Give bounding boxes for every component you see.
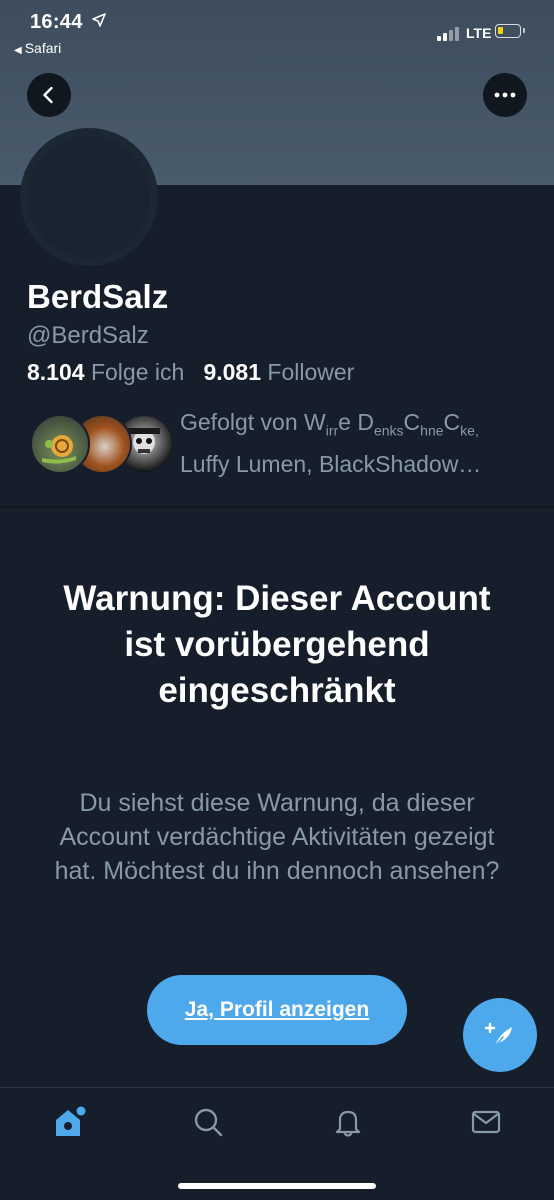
network-type: LTE [466, 25, 492, 41]
more-horizontal-icon [494, 92, 516, 98]
chevron-left-icon [43, 86, 53, 104]
followers-label: Follower [267, 359, 355, 385]
home-indicator[interactable] [178, 1183, 376, 1189]
compose-tweet-button[interactable] [463, 998, 537, 1072]
followers-count: 9.081 [203, 359, 262, 385]
status-time: 16:44 [30, 11, 83, 33]
more-options-button[interactable] [483, 73, 527, 117]
profile-name: BerdSalz [27, 278, 169, 315]
followed-by-sub: hne [420, 422, 444, 439]
followed-by-sub: irr [325, 422, 339, 439]
followed-by-prefix: Gefolgt von W [180, 409, 326, 435]
battery-icon [495, 24, 525, 38]
profile-handle: @BerdSalz [27, 322, 149, 349]
compose-feather-icon [484, 1022, 512, 1047]
messages-icon [471, 1110, 501, 1134]
followed-by-sub: enks [373, 422, 404, 439]
followed-by-text[interactable]: Gefolgt von Wirre DenksChneCke, Luffy Lu… [180, 406, 540, 481]
follower-avatar [30, 414, 90, 474]
back-app-label: Safari [24, 40, 62, 56]
back-to-app-link[interactable]: ◀ Safari [14, 40, 61, 56]
following-count: 8.104 [27, 359, 85, 385]
followed-by-sub: ke, [460, 422, 479, 439]
home-icon [56, 1106, 86, 1136]
tab-search[interactable] [188, 1104, 228, 1140]
followed-by-part: C [443, 409, 461, 435]
profile-avatar[interactable] [20, 128, 158, 266]
followed-by-part: e D [338, 409, 374, 435]
followers-link[interactable]: 9.081 Follower [203, 359, 354, 385]
following-link[interactable]: 8.104 Folge ich [27, 359, 184, 385]
tab-messages[interactable] [466, 1104, 506, 1140]
back-triangle-icon: ◀ [14, 45, 22, 56]
cellular-signal-icon [437, 25, 461, 41]
followed-by-part: C [403, 409, 421, 435]
followed-by-avatars[interactable] [30, 414, 174, 474]
back-button[interactable] [27, 73, 71, 117]
following-label: Folge ich [90, 359, 185, 385]
search-icon [194, 1108, 223, 1137]
show-profile-button[interactable]: Ja, Profil anzeigen [147, 975, 407, 1045]
status-bar: 16:44 ◀ Safari LTE [0, 0, 554, 62]
tab-notifications[interactable] [328, 1104, 368, 1140]
followed-by-names: Luffy Lumen, BlackShadow… [180, 450, 482, 477]
warning-description: Du siehst diese Warnung, da dieser Accou… [54, 789, 500, 885]
follow-stats: 8.104 Folge ich 9.081 Follower [27, 359, 354, 386]
location-arrow-icon [92, 13, 106, 31]
warning-title: Warnung: Dieser Account ist vorübergehen… [63, 579, 491, 710]
notifications-icon [335, 1110, 361, 1137]
tab-home[interactable] [49, 1104, 89, 1140]
